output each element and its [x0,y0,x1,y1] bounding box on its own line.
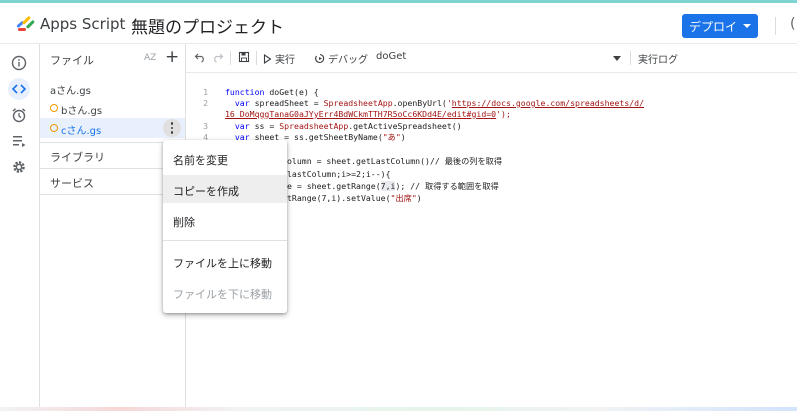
files-title: ファイル [50,54,94,67]
code-line: var ss = SpreadsheetApp.getActiveSpreads… [225,121,462,131]
code-line: function doGet(e) { [225,87,319,97]
file-item[interactable]: aさん.gs [40,78,185,98]
add-file-button[interactable]: + [165,47,179,67]
header-trailing-text: ( [790,16,796,32]
app-name: Apps Script [40,15,126,33]
info-icon[interactable] [8,52,30,74]
left-rail [0,44,39,411]
menu-item-make-copy[interactable]: コピーを作成 [163,175,287,203]
code-line: e = sheet.getRange(7,i); // 取得する範囲を取得 [287,181,499,191]
file-name: bさん.gs [61,106,103,117]
apps-script-logo-icon[interactable] [15,14,37,34]
execution-log-label: 実行ログ [638,55,678,66]
alarm-clock-icon[interactable] [8,104,30,126]
gear-icon[interactable] [8,156,30,178]
run-button[interactable]: 実行 [263,51,295,66]
header: Apps Script 無題のプロジェクト デプロイ ( [0,3,797,43]
project-title[interactable]: 無題のプロジェクト [131,13,284,38]
deploy-button[interactable]: デプロイ [682,14,758,38]
deploy-label: デプロイ [688,19,737,34]
bottom-strip [0,407,797,411]
spreadsheet-url-link[interactable]: https://docs.google.com/spreadsheets/d/ [452,98,644,108]
file-name: aさん.gs [50,86,91,97]
spreadsheet-url-link[interactable]: 16_DoMqggTanaG0aJYyErr4BdWCkmTTH7R5oCc6K… [225,109,496,119]
undo-icon[interactable] [194,51,206,63]
menu-item-move-down: ファイルを下に移動 [173,288,272,301]
menu-divider [163,240,287,241]
unsaved-dot-icon [50,104,58,112]
redo-icon[interactable] [212,51,224,63]
line-number: 3 [203,121,208,131]
line-number: 2 [203,98,208,108]
debug-button[interactable]: デバッグ [314,51,368,66]
function-name: doGet [376,51,407,62]
menu-item-rename[interactable]: 名前を変更 [163,144,287,172]
execution-log-button[interactable]: 実行ログ [638,51,678,66]
toolbar-divider [630,51,631,65]
function-selector[interactable]: doGet [376,51,406,62]
code-line: olumn = sheet.getLastColumn()// 最後の列を取得 [287,156,503,166]
code-line: 16_DoMqggTanaG0aJYyErr4BdWCkmTTH7R5oCc6K… [225,109,511,119]
more-vert-icon[interactable] [163,119,181,137]
save-icon[interactable] [238,51,250,63]
chevron-down-icon[interactable] [613,56,621,61]
code-line: var spreadSheet = SpreadsheetApp.openByU… [225,98,645,108]
debug-label: デバッグ [328,55,368,66]
line-number: 1 [203,87,208,97]
services-section[interactable]: サービス [50,175,94,191]
play-icon [263,53,272,64]
executions-list-icon[interactable] [8,130,30,152]
chevron-down-icon [743,24,751,28]
file-item-selected[interactable]: cさん.gs [40,118,185,138]
unsaved-dot-icon [50,124,58,132]
toolbar-divider [230,51,231,65]
debug-icon [315,53,325,63]
toolbar-divider [256,51,257,65]
libraries-section[interactable]: ライブラリ [50,149,105,165]
sort-az-icon[interactable]: AZ [144,53,156,63]
editor-toolbar: 実行 デバッグ doGet 実行ログ [186,44,797,72]
file-context-menu: 名前を変更 コピーを作成 削除 ファイルを上に移動 ファイルを下に移動 [163,140,287,313]
menu-item-delete[interactable]: 削除 [163,206,287,234]
run-label: 実行 [275,55,295,66]
code-editor-icon[interactable] [8,78,30,100]
code-line: tRange(7,i).setValue("出席") [287,193,422,203]
file-name: cさん.gs [61,126,102,137]
menu-item-move-up[interactable]: ファイルを上に移動 [163,247,287,275]
file-item[interactable]: bさん.gs [40,98,185,118]
code-line: lastColumn;i>=2;i--){ [287,169,391,179]
header-divider [775,17,776,35]
